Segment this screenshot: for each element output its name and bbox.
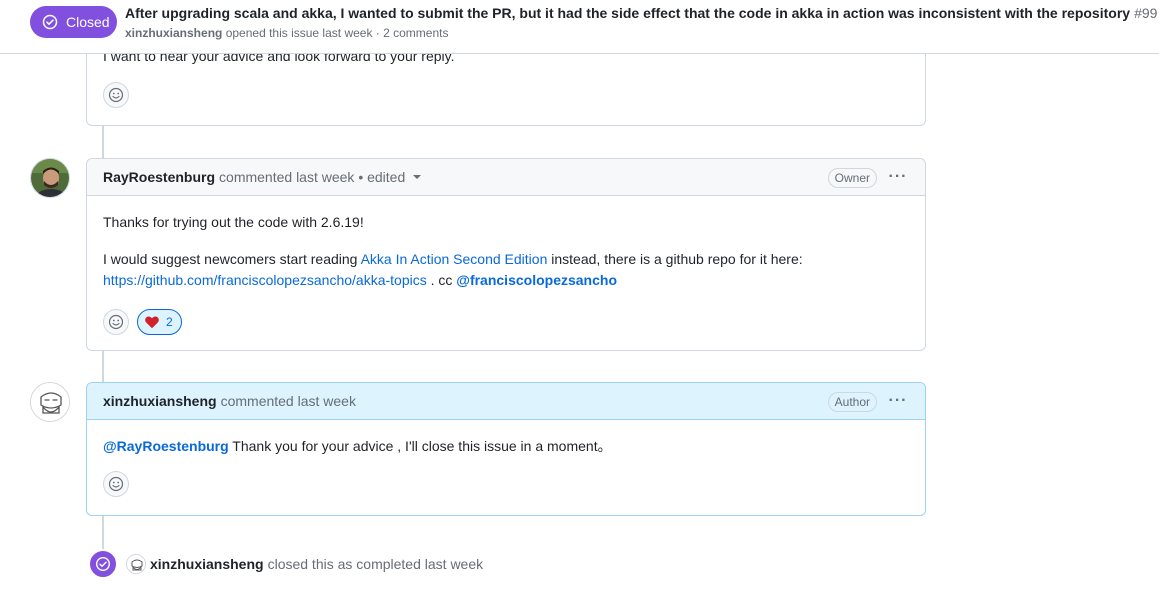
event-actor-link[interactable]: xinzhuxiansheng (150, 556, 264, 572)
comment-meta[interactable]: commented last week (221, 393, 356, 409)
akka-in-action-link[interactable]: Akka In Action Second Edition (361, 251, 548, 267)
add-reaction-button[interactable] (103, 82, 129, 108)
sticky-issue-header: Closed After upgrading scala and akka, I… (0, 0, 1159, 54)
timeline-connector (102, 350, 104, 382)
user-mention-link[interactable]: @franciscolopezsancho (456, 272, 617, 288)
comment-rayroestenburg: RayRoestenburg commented last week • edi… (86, 158, 926, 351)
comment-paragraph: @RayRoestenburg Thank you for your advic… (103, 436, 909, 457)
comment-header: RayRoestenburg commented last week • edi… (87, 159, 925, 196)
reactions-bar: 2 (87, 309, 925, 335)
add-reaction-button[interactable] (103, 471, 129, 497)
smiley-icon (108, 87, 124, 103)
user-mention-link[interactable]: @RayRoestenburg (103, 438, 229, 454)
reactions-bar (87, 471, 925, 497)
closed-state-badge: Closed (30, 6, 117, 38)
issue-meta: xinzhuxiansheng opened this issue last w… (125, 26, 448, 40)
opener-link[interactable]: xinzhuxiansheng (125, 26, 222, 40)
text-span: . cc (426, 272, 457, 288)
comment-header: xinzhuxiansheng commented last week Auth… (87, 383, 925, 420)
check-circle-icon (42, 14, 58, 30)
kebab-horizontal-icon[interactable]: ··· (887, 167, 909, 187)
timeline-connector (102, 516, 104, 550)
triangle-down-icon[interactable] (413, 175, 422, 179)
comment-meta[interactable]: commented last week • edited (219, 169, 405, 185)
text-span: instead, there is a github repo for it h… (547, 251, 803, 267)
text-span: Thank you for your advice , I'll close t… (228, 438, 612, 454)
akka-topics-repo-link[interactable]: https://github.com/franciscolopezsancho/… (103, 272, 427, 288)
closed-event-badge (88, 549, 118, 579)
heart-reaction-button[interactable]: 2 (137, 309, 182, 335)
smiley-icon (108, 314, 124, 330)
comment-author-link[interactable]: RayRoestenburg (103, 169, 215, 185)
comment-author-link[interactable]: xinzhuxiansheng (103, 393, 217, 409)
issue-number: #99 (1134, 5, 1158, 21)
avatar-xinzhuxiansheng[interactable] (30, 382, 70, 422)
cartoon-avatar-icon (127, 555, 145, 573)
owner-badge: Owner (827, 168, 877, 188)
kebab-horizontal-icon[interactable]: ··· (887, 391, 909, 411)
comment-body: Thanks for trying out the code with 2.6.… (87, 196, 925, 307)
issue-title[interactable]: After upgrading scala and akka, I wanted… (125, 5, 1157, 21)
cartoon-avatar-icon (31, 383, 69, 421)
reactions-bar (87, 82, 145, 108)
text-span: I would suggest newcomers start reading (103, 251, 361, 267)
issue-meta-text: opened this issue last week · 2 comments (225, 26, 449, 40)
add-reaction-button[interactable] (103, 309, 129, 335)
event-text: closed this as completed last week (267, 556, 484, 572)
comment-xinzhuxiansheng: xinzhuxiansheng commented last week Auth… (86, 382, 926, 516)
reaction-count: 2 (166, 315, 173, 329)
issue-title-text: After upgrading scala and akka, I wanted… (125, 5, 1131, 21)
author-badge: Author (827, 392, 877, 412)
state-label: Closed (66, 14, 110, 30)
comment-body: @RayRoestenburg Thank you for your advic… (87, 420, 925, 473)
heart-icon (145, 316, 159, 329)
comment-paragraph: I would suggest newcomers start reading … (103, 249, 909, 291)
check-circle-icon (95, 556, 111, 572)
timeline-connector (102, 126, 104, 158)
comment-paragraph: Thanks for trying out the code with 2.6.… (103, 214, 364, 230)
smiley-icon (108, 476, 124, 492)
avatar-rayroestenburg[interactable] (30, 158, 70, 198)
person-photo-icon (31, 159, 69, 197)
event-actor-avatar[interactable] (126, 554, 146, 574)
closed-event: xinzhuxiansheng closed this as completed… (88, 548, 483, 580)
